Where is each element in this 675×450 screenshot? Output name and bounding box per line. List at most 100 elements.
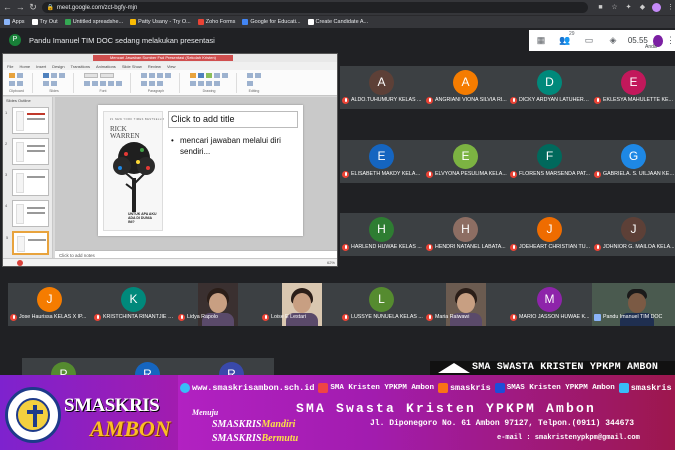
- ribbon-group: Paragraph: [140, 72, 180, 93]
- bookmark-zoho[interactable]: Zoho Forms: [197, 19, 235, 25]
- bookmark-apps[interactable]: Apps: [4, 19, 25, 25]
- globe-icon: [180, 383, 190, 393]
- participant-name: DICKY ARDYAN LATUHERU...: [519, 97, 591, 103]
- youtube-link: SMA Kristen YPKPM Ambon: [318, 383, 434, 393]
- grid-icon[interactable]: ▦: [529, 35, 553, 46]
- bookmark-icon: [130, 19, 137, 25]
- participant-avatar: J: [37, 287, 62, 312]
- ribbon-tab: View: [166, 63, 176, 69]
- instagram-icon: [437, 383, 448, 393]
- participant-name: ALDO.TUHUMURY KELAS ...: [351, 97, 422, 103]
- bookmark-create-candidate[interactable]: Create Candidate A...: [307, 19, 368, 25]
- participant-tile[interactable]: D DICKY ARDYAN LATUHERU...: [508, 66, 592, 109]
- seal-inner: [16, 398, 50, 432]
- forward-icon[interactable]: →: [15, 2, 26, 13]
- participant-avatar: E: [369, 144, 394, 169]
- ppt-ribbon-tabs: File Home Insert Design Transitions Anim…: [3, 62, 337, 70]
- ribbon-tab: Insert: [36, 63, 47, 69]
- participant-avatar: K: [121, 287, 146, 312]
- slide-thumbnail[interactable]: 3: [5, 169, 49, 196]
- participant-tile[interactable]: H HARLEND HUWAE KELAS ...: [340, 213, 424, 256]
- participant-tile[interactable]: A ANGRIANI VIONA SILVIA RI...: [424, 66, 508, 109]
- thumb-tabs: Slides Outline: [6, 98, 31, 103]
- book-title: UNTUK APA AKU ADA DI DUNIA INI?: [128, 212, 157, 224]
- participant-tile[interactable]: E ELISABETH MAKDY KELAS ...: [340, 140, 424, 183]
- people-icon[interactable]: 👥 29: [553, 31, 577, 46]
- slide-canvas: #1 NEW YORK TIMES BESTSELLING AUTHOR RIC…: [55, 97, 337, 250]
- participant-tile[interactable]: E EKLESYA MAHULETTE KE...: [592, 66, 675, 109]
- bookmark-google-edu[interactable]: Google for Educati...: [242, 19, 301, 25]
- ribbon-group: Slides: [42, 72, 74, 93]
- zoho-icon: [197, 19, 204, 25]
- participant-tile[interactable]: Lidya Rapolo: [176, 283, 260, 326]
- participant-tile[interactable]: A ALDO.TUHUMURY KELAS ...: [340, 66, 424, 109]
- ribbon-tab: File: [7, 63, 14, 69]
- mic-off-icon: [342, 244, 349, 251]
- participant-tile[interactable]: Loise E Lestari: [260, 283, 344, 326]
- participant-tile[interactable]: K KRISTCHINTA RINANTJIE L...: [92, 283, 176, 326]
- participant-tile[interactable]: J JOEHEART CHRISTIAN TU...: [508, 213, 592, 256]
- slide-thumbnail-active[interactable]: 5: [6, 231, 49, 255]
- participant-tile[interactable]: M MARIO JASSON HUWAE K...: [508, 283, 592, 326]
- address-bar[interactable]: 🔒 meet.google.com/zct-bgfy-mjn: [42, 2, 588, 13]
- back-icon[interactable]: ←: [2, 2, 13, 13]
- slide-title-placeholder[interactable]: Click to add title: [168, 111, 298, 128]
- participant-avatar: J: [621, 217, 646, 242]
- reload-icon[interactable]: ↻: [28, 2, 39, 13]
- ribbon-tab: Design: [52, 63, 65, 69]
- participant-name: EKLESYA MAHULETTE KE...: [603, 97, 673, 103]
- slogan-lead: Menuju: [192, 408, 219, 417]
- slide-thumbnail[interactable]: 2: [5, 138, 49, 165]
- youtube-icon: [318, 383, 329, 393]
- presenting-icon: [594, 314, 601, 321]
- profile-icon[interactable]: [652, 3, 661, 12]
- bookmark-try-out[interactable]: Try Out: [31, 19, 58, 25]
- mic-off-icon: [426, 97, 433, 104]
- website-link: www.smaskrisambon.sch.id: [180, 383, 314, 393]
- bookmark-spreadsheet[interactable]: Untitled spreadshe...: [64, 19, 123, 25]
- slide-thumbnail[interactable]: 1: [5, 107, 49, 134]
- participant-tile[interactable]: E ELVYONA PESULIMA KELA...: [424, 140, 508, 183]
- participant-tile[interactable]: Maria Raiwawi: [424, 283, 508, 326]
- star-icon[interactable]: ☆: [610, 3, 619, 12]
- ppt-titlebar: Mencari Jawaban Sumber Fsd Presentasi (S…: [3, 54, 337, 62]
- mic-off-icon: [594, 171, 601, 178]
- ribbon-group: Font: [83, 72, 131, 93]
- lock-icon: 🔒: [46, 5, 54, 11]
- mic-off-icon: [594, 244, 601, 251]
- bookmark-patty[interactable]: Patty Usany - Try O...: [130, 19, 191, 25]
- camera-icon[interactable]: ■: [596, 3, 605, 12]
- sheets-icon: [64, 19, 71, 25]
- mic-off-icon: [178, 314, 185, 321]
- participant-name: MARIO JASSON HUWAE K...: [519, 314, 590, 320]
- ribbon-tab: Slide Show: [121, 63, 142, 69]
- participant-avatar: E: [453, 144, 478, 169]
- participant-tile[interactable]: Pandu Imanuel TIM DOC: [592, 283, 675, 326]
- participant-tile[interactable]: F FLORENS MARSENDA PAT...: [508, 140, 592, 183]
- participant-tile[interactable]: H HENDRI NATANEL LABATA...: [424, 213, 508, 256]
- mic-off-icon: [426, 171, 433, 178]
- extension-icon[interactable]: ✦: [624, 3, 633, 12]
- participant-name: Loise E Lestari: [271, 314, 307, 320]
- participant-tile[interactable]: L LUSSYE NUNUELA KELAS ...: [340, 283, 424, 326]
- ribbon-tab: Transitions: [70, 63, 91, 69]
- puzzle-icon[interactable]: ◆: [638, 3, 647, 12]
- facebook-icon: [494, 383, 505, 393]
- presenter-bar: P Pandu Imanuel TIM DOC sedang melakukan…: [0, 28, 528, 52]
- participant-avatar: H: [453, 217, 478, 242]
- participant-tile[interactable]: J Jose Haurissa KELAS X IP...: [8, 283, 92, 326]
- menu-icon[interactable]: ⋮: [666, 3, 675, 12]
- slide-thumbnail[interactable]: 4: [5, 200, 49, 227]
- slide-bullet[interactable]: mencari jawaban melalui diri sendiri...: [168, 135, 298, 157]
- chat-icon[interactable]: ▭: [577, 35, 601, 46]
- participant-avatar: F: [537, 144, 562, 169]
- ribbon-group: Clipboard: [9, 72, 33, 93]
- participant-tile[interactable]: G GABRIELA. S. UILJAAN KEL...: [592, 140, 675, 183]
- activities-icon[interactable]: ◈: [601, 35, 625, 46]
- logo-text: SMASKRIS: [64, 395, 160, 416]
- participant-tile[interactable]: J JOHNIOR G. MAILOA KELA...: [592, 213, 675, 256]
- participant-name: ELVYONA PESULIMA KELA...: [435, 171, 507, 177]
- participant-avatar: L: [369, 287, 394, 312]
- more-icon[interactable]: ⋮: [666, 35, 675, 46]
- tree-icon: [113, 142, 155, 212]
